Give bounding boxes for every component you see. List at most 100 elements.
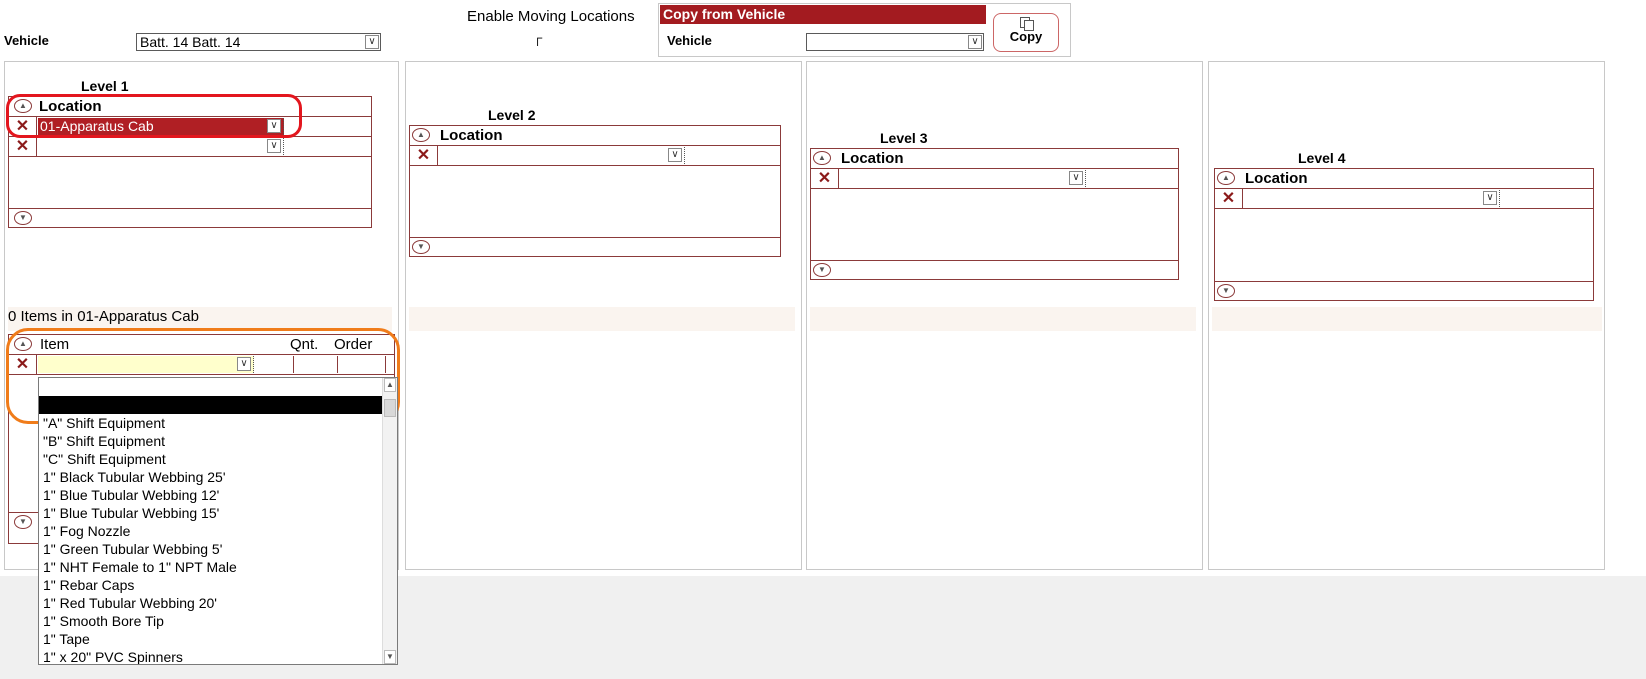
location-row: ✕ ∨ (410, 146, 780, 166)
chevron-down-icon: ∨ (968, 35, 982, 49)
x-icon[interactable]: ✕ (9, 117, 37, 136)
scroll-down-icon[interactable]: ▼ (412, 240, 430, 254)
dropdown-option[interactable]: 1" Green Tubular Webbing 5' (39, 540, 397, 558)
level-3-location-grid: ▲ Location ✕ ∨ ▼ (810, 148, 1179, 280)
grid-header: ▲ Location (1215, 169, 1593, 189)
level-4-title: Level 4 (1298, 150, 1346, 166)
chevron-down-icon: ∨ (1483, 191, 1497, 205)
grid-header: ▲ Location (811, 149, 1178, 169)
scroll-up-icon[interactable]: ▲ (1217, 171, 1235, 185)
dropdown-option[interactable]: 1" Blue Tubular Webbing 12' (39, 486, 397, 504)
dropdown-option[interactable]: 1" Smooth Bore Tip (39, 612, 397, 630)
chevron-down-icon: ∨ (668, 148, 682, 162)
dropdown-option[interactable]: 1" Tape (39, 630, 397, 648)
chevron-down-icon: ∨ (365, 35, 379, 49)
vehicle-label: Vehicle (4, 33, 49, 48)
level-2-location-grid: ▲ Location ✕ ∨ ▼ (409, 125, 781, 257)
vehicle-select[interactable]: Batt. 14 Batt. 14 ∨ (136, 33, 381, 51)
item-column-header: Item (40, 336, 70, 353)
x-icon[interactable]: ✕ (1215, 189, 1243, 208)
dropdown-option[interactable]: 1" Fog Nozzle (39, 522, 397, 540)
order-column-header: Order (334, 336, 373, 353)
location-column-header: Location (440, 127, 503, 144)
grid-header: ▲ Location (9, 97, 371, 117)
enable-moving-locations-label: Enable Moving Locations (467, 8, 635, 25)
item-row: ✕ ∨ (9, 355, 394, 375)
level-2-title: Level 2 (488, 107, 536, 123)
dropdown-option[interactable]: 1" Red Tubular Webbing 20' (39, 594, 397, 612)
item-dropdown-options: "A" Shift Equipment "B" Shift Equipment "C… (39, 378, 397, 664)
copy-button-label: Copy (1009, 29, 1043, 44)
dropdown-option[interactable]: 1" x 20" PVC Spinners (39, 648, 397, 664)
level-3-items-strip (810, 307, 1196, 331)
scroll-up-icon[interactable]: ▲ (14, 99, 32, 113)
x-icon[interactable]: ✕ (9, 355, 37, 374)
location-select[interactable]: ∨ (38, 138, 284, 155)
dropdown-scrollbar[interactable]: ▲ ▼ (382, 378, 397, 664)
item-gap (259, 356, 294, 373)
dropdown-option[interactable] (39, 378, 397, 396)
location-column-header: Location (841, 150, 904, 167)
location-row: ✕ ∨ (9, 137, 371, 157)
enable-moving-locations-checkbox[interactable]: ┌ (533, 30, 542, 45)
dropdown-option[interactable]: 1" Rebar Caps (39, 576, 397, 594)
chevron-down-icon: ∨ (267, 139, 281, 153)
x-icon[interactable]: ✕ (9, 137, 37, 156)
dropdown-option[interactable]: 1" Black Tubular Webbing 25' (39, 468, 397, 486)
scroll-down-icon[interactable]: ▼ (384, 650, 396, 664)
location-select-value: 01-Apparatus Cab (40, 118, 154, 134)
grid-header: ▲ Location (410, 126, 780, 146)
scroll-down-icon[interactable]: ▼ (14, 515, 32, 529)
item-dropdown-list[interactable]: "A" Shift Equipment "B" Shift Equipment "C… (38, 377, 398, 665)
level-1-location-grid: ▲ Location ✕ 01-Apparatus Cab ∨ ✕ ∨ ▼ (8, 96, 372, 228)
copy-vehicle-select[interactable]: ∨ (806, 33, 984, 51)
item-select[interactable]: ∨ (38, 356, 254, 373)
scroll-up-icon[interactable]: ▲ (14, 337, 32, 351)
qnt-column-header: Qnt. (290, 336, 319, 353)
vehicle-select-value: Batt. 14 Batt. 14 (140, 34, 241, 50)
level-2-items-strip (409, 307, 795, 331)
dropdown-option[interactable]: 1" NHT Female to 1" NPT Male (39, 558, 397, 576)
dropdown-option[interactable]: "A" Shift Equipment (39, 414, 397, 432)
location-select[interactable]: ∨ (439, 147, 685, 164)
qnt-input[interactable] (294, 356, 338, 373)
dropdown-option[interactable]: "C" Shift Equipment (39, 450, 397, 468)
scroll-up-icon[interactable]: ▲ (412, 128, 430, 142)
level-1-title: Level 1 (81, 78, 129, 94)
level-3-title: Level 3 (880, 130, 928, 146)
level-4-items-strip (1212, 307, 1602, 331)
location-row: ✕ 01-Apparatus Cab ∨ (9, 117, 371, 137)
scroll-down-icon[interactable]: ▼ (813, 263, 831, 277)
x-icon[interactable]: ✕ (811, 169, 839, 188)
location-select[interactable]: 01-Apparatus Cab ∨ (38, 118, 284, 135)
location-select[interactable]: ∨ (840, 170, 1086, 187)
items-summary: 0 Items in 01-Apparatus Cab (8, 308, 199, 325)
x-icon[interactable]: ✕ (410, 146, 438, 165)
copy-button[interactable]: Copy (993, 13, 1059, 52)
chevron-down-icon: ∨ (1069, 171, 1083, 185)
scroll-up-icon[interactable]: ▲ (813, 151, 831, 165)
copy-vehicle-label: Vehicle (667, 33, 712, 48)
scroll-up-icon[interactable]: ▲ (384, 378, 396, 392)
level-4-location-grid: ▲ Location ✕ ∨ ▼ (1214, 168, 1594, 301)
dropdown-option[interactable]: "B" Shift Equipment (39, 432, 397, 450)
location-select[interactable]: ∨ (1244, 190, 1500, 207)
location-column-header: Location (1245, 170, 1308, 187)
copy-icon (1019, 17, 1034, 31)
order-input[interactable] (339, 356, 386, 373)
grid-footer: ▼ (811, 260, 1178, 279)
grid-footer: ▼ (1215, 281, 1593, 300)
grid-footer: ▼ (410, 237, 780, 256)
location-row: ✕ ∨ (811, 169, 1178, 189)
location-column-header: Location (39, 98, 102, 115)
scrollbar-thumb[interactable] (384, 399, 396, 417)
location-row: ✕ ∨ (1215, 189, 1593, 209)
chevron-down-icon: ∨ (237, 357, 251, 371)
copy-from-vehicle-title: Copy from Vehicle (660, 5, 986, 24)
scroll-down-icon[interactable]: ▼ (14, 211, 32, 225)
dropdown-option[interactable]: 1" Blue Tubular Webbing 15' (39, 504, 397, 522)
chevron-down-icon: ∨ (267, 119, 281, 133)
grid-footer: ▼ (9, 208, 371, 227)
dropdown-option[interactable] (39, 396, 397, 414)
scroll-down-icon[interactable]: ▼ (1217, 284, 1235, 298)
